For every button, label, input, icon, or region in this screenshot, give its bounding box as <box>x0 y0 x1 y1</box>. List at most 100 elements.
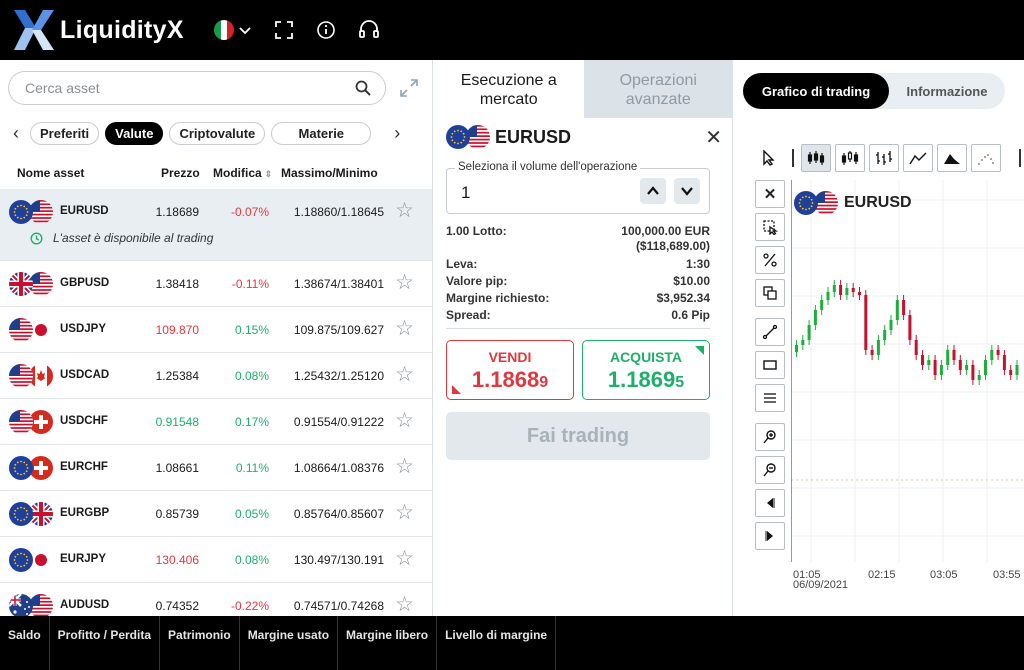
table-row[interactable]: AUDUSD 0.74352 -0.22% 0.74571/0.74268 ☆ <box>0 583 432 616</box>
candle-body <box>902 300 906 315</box>
trend-line-icon[interactable] <box>755 318 785 346</box>
flag-eu-icon <box>9 548 33 572</box>
table-row[interactable]: USDCHF 0.91548 0.17% 0.91554/0.91222 ☆ <box>0 399 432 445</box>
select-tool-icon[interactable] <box>755 213 785 241</box>
tab-trading-chart[interactable]: Grafico di trading <box>743 73 889 109</box>
account-summary-bar: Saldo Profitto / Perdita Patrimonio Margine… <box>0 616 1024 670</box>
scroll-right-icon[interactable] <box>755 522 785 550</box>
price-chart[interactable] <box>791 180 1024 562</box>
language-selector[interactable] <box>213 20 252 40</box>
category-valute[interactable]: Valute <box>105 121 164 145</box>
search-input[interactable] <box>25 80 355 96</box>
asset-high-low: 109.875/109.627 <box>293 323 384 337</box>
table-row[interactable]: EURUSD 1.18689 -0.07% 1.18860/1.18645 ☆ … <box>0 189 432 261</box>
header-asset-name[interactable]: Nome asset <box>17 166 84 180</box>
dots-chart-icon[interactable] <box>971 144 1001 172</box>
close-icon[interactable]: ✕ <box>705 125 722 150</box>
asset-high-low: 1.25432/1.25120 <box>293 369 384 383</box>
chevron-right-icon[interactable]: › <box>389 123 405 144</box>
brand-logo[interactable]: LiquidityX <box>12 8 184 52</box>
margin-label: Margine richiesto: <box>446 291 550 305</box>
favorite-star-icon[interactable]: ☆ <box>395 364 414 385</box>
pair-flags <box>9 410 53 434</box>
asset-symbol: EURUSD <box>60 205 109 217</box>
zoom-out-icon[interactable] <box>755 456 785 484</box>
tab-market-execution[interactable]: Esecuzione a mercato <box>434 60 584 118</box>
pair-flags <box>794 191 838 215</box>
category-preferiti[interactable]: Preferiti <box>30 121 100 145</box>
tab-information[interactable]: Informazione <box>889 73 1005 109</box>
chart-symbol: EURUSD <box>794 191 912 215</box>
asset-change: -0.11% <box>231 277 269 291</box>
category-materie[interactable]: Materie <box>271 121 372 145</box>
scroll-left-icon[interactable] <box>755 489 785 517</box>
favorite-star-icon[interactable]: ☆ <box>395 410 414 431</box>
search-icon[interactable] <box>355 80 371 96</box>
candle-body <box>921 355 924 365</box>
candle-body <box>965 365 969 370</box>
volume-down-button[interactable] <box>674 178 700 204</box>
area-chart-icon[interactable] <box>937 144 967 172</box>
info-icon[interactable] <box>316 20 336 40</box>
pair-flags <box>9 548 53 572</box>
sort-icon: ⇕ <box>264 169 273 179</box>
volume-up-button[interactable] <box>640 178 666 204</box>
cursor-tool-icon[interactable] <box>754 144 784 172</box>
horizontal-lines-icon[interactable] <box>755 384 785 412</box>
candle-body <box>895 300 899 320</box>
favorite-star-icon[interactable]: ☆ <box>395 594 414 615</box>
asset-change: -0.22% <box>230 599 269 613</box>
header-change[interactable]: Modifica ⇕ <box>213 166 272 180</box>
remove-icon[interactable]: ✕ <box>755 180 785 208</box>
header-price[interactable]: Prezzo <box>161 166 200 180</box>
headset-icon[interactable] <box>358 20 380 40</box>
zoom-in-icon[interactable] <box>755 423 785 451</box>
x-axis-label: 03:05 <box>930 569 958 581</box>
favorite-star-icon[interactable]: ☆ <box>395 272 414 293</box>
favorite-star-icon[interactable]: ☆ <box>395 548 414 569</box>
favorite-star-icon[interactable]: ☆ <box>395 200 414 221</box>
bar-chart-icon[interactable] <box>869 144 899 172</box>
table-row[interactable]: USDCAD 1.25384 0.08% 1.25432/1.25120 ☆ <box>0 353 432 399</box>
expand-icon[interactable] <box>399 78 419 103</box>
candle-body <box>1015 365 1019 375</box>
asset-change: 0.11% <box>235 461 269 475</box>
volume-field[interactable]: Seleziona il volume dell'operazione 1 <box>446 161 710 214</box>
toolbar-separator <box>792 149 794 167</box>
copy-tool-icon[interactable] <box>755 279 785 307</box>
flag-eu-icon <box>446 125 470 149</box>
favorite-star-icon[interactable]: ☆ <box>395 502 414 523</box>
percent-tool-icon[interactable] <box>755 246 785 274</box>
header-high-low[interactable]: Massimo/Minimo <box>281 166 378 180</box>
buy-button[interactable]: ACQUISTA 1.18695 <box>582 340 710 400</box>
candle-body <box>933 360 937 375</box>
table-row[interactable]: EURCHF 1.08661 0.11% 1.08664/1.08376 ☆ <box>0 445 432 491</box>
buy-label: ACQUISTA <box>609 349 683 365</box>
pair-flags <box>446 125 490 149</box>
tab-advanced-orders[interactable]: Operazioni avanzate <box>583 60 733 118</box>
trade-button[interactable]: Fai trading <box>446 412 710 460</box>
favorite-star-icon[interactable]: ☆ <box>395 456 414 477</box>
toolbar-separator <box>1019 149 1021 167</box>
table-row[interactable]: EURJPY 130.406 0.08% 130.497/130.191 ☆ <box>0 537 432 583</box>
volume-value[interactable]: 1 <box>461 183 470 203</box>
candle-body <box>826 292 830 300</box>
category-criptovalute[interactable]: Criptovalute <box>169 121 266 145</box>
table-row[interactable]: USDJPY 109.870 0.15% 109.875/109.627 ☆ <box>0 307 432 353</box>
table-row[interactable]: GBPUSD 1.38418 -0.11% 1.38674/1.38401 ☆ <box>0 261 432 307</box>
candle-body <box>864 295 868 350</box>
volume-label: Seleziona il volume dell'operazione <box>455 161 641 173</box>
favorite-star-icon[interactable]: ☆ <box>395 318 414 339</box>
table-row[interactable]: EURGBP 0.85739 0.05% 0.85764/0.85607 ☆ <box>0 491 432 537</box>
asset-price: 1.25384 <box>155 369 199 383</box>
sell-button[interactable]: VENDI 1.18689 <box>446 340 574 400</box>
hollow-candle-icon[interactable] <box>835 144 865 172</box>
order-tabs: Esecuzione a mercato Operazioni avanzate <box>434 60 733 118</box>
rectangle-tool-icon[interactable] <box>755 351 785 379</box>
leverage-value: 1:30 <box>685 257 710 271</box>
fullscreen-icon[interactable] <box>274 20 294 40</box>
candlestick-chart-icon[interactable] <box>801 144 831 172</box>
candle-body <box>952 350 956 360</box>
line-chart-icon[interactable] <box>903 144 933 172</box>
chevron-left-icon[interactable]: ‹ <box>8 123 24 144</box>
